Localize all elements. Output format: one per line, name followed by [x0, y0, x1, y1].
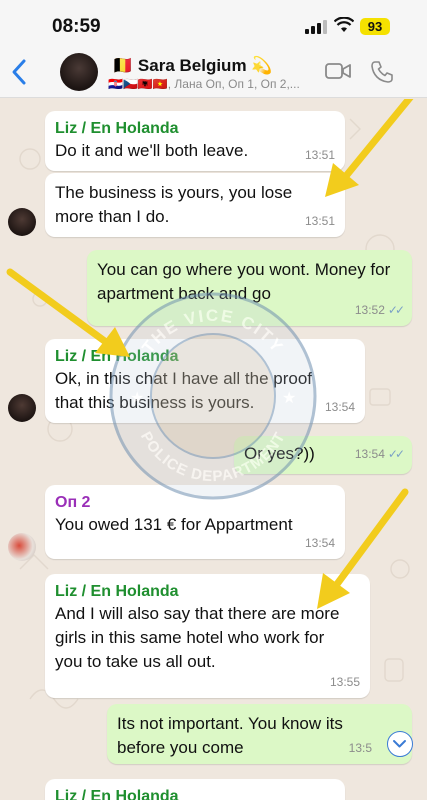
scroll-down-icon	[393, 740, 406, 748]
message-text: Ok, in this chat I have all the proof th…	[55, 369, 313, 412]
message-incoming[interactable]: Liz / En Holanda Do it and we'll both le…	[45, 111, 345, 171]
back-chevron-icon[interactable]	[8, 56, 30, 88]
message-incoming[interactable]: Liz / En Holanda	[45, 779, 345, 800]
phone-call-icon[interactable]	[370, 60, 394, 84]
message-time: 13:54 ✓✓	[354, 442, 405, 466]
message-time: 13:5	[348, 741, 372, 755]
chat-area[interactable]: Liz / En Holanda Do it and we'll both le…	[0, 99, 427, 800]
message-text: You owed 131 € for Appartment	[55, 515, 293, 534]
read-ticks-icon: ✓✓	[387, 303, 405, 317]
message-time: 13:52 ✓✓	[354, 298, 405, 322]
battery-level: 93	[360, 18, 390, 35]
contact-avatar[interactable]	[60, 53, 98, 91]
wifi-icon	[334, 17, 354, 32]
message-outgoing[interactable]: Or yes?)) 13:54 ✓✓	[234, 436, 412, 474]
members-flags: 🇭🇷🇨🇿🇦🇱🇻🇳	[108, 77, 168, 91]
message-sender: Liz / En Holanda	[55, 788, 179, 800]
message-incoming[interactable]: Liz / En Holanda And I will also say tha…	[45, 574, 370, 698]
message-sender: Liz / En Holanda	[55, 348, 179, 365]
sender-avatar[interactable]	[8, 394, 36, 422]
message-time: 13:54	[304, 536, 335, 550]
message-incoming[interactable]: Liz / En Holanda Ok, in this chat I have…	[45, 339, 365, 423]
contact-name-row[interactable]: 🇧🇪 Sara Belgium 💫	[112, 56, 272, 76]
message-sender: Liz / En Holanda	[55, 120, 179, 137]
status-bar: 08:59 93	[0, 0, 427, 50]
message-sender: Liz / En Holanda	[55, 583, 179, 600]
message-incoming[interactable]: Оп 2 You owed 131 € for Appartment 13:54	[45, 485, 345, 559]
signal-icon	[305, 20, 327, 34]
members-list: , Лана Оп, Оп 1, Оп 2,...	[167, 77, 300, 91]
scroll-down-button[interactable]	[387, 731, 413, 757]
message-text: Its not important. You know its before y…	[117, 714, 343, 757]
message-text: Or yes?))	[244, 444, 315, 463]
message-time: 13:51	[304, 148, 335, 162]
message-text: The business is yours, you lose more tha…	[55, 183, 293, 226]
name-flag: 🇧🇪	[112, 56, 134, 75]
message-text: And I will also say that there are more …	[55, 604, 340, 671]
time-text: 13:54	[354, 447, 385, 461]
video-call-icon[interactable]	[325, 61, 351, 81]
chat-header: 🇧🇪 Sara Belgium 💫 🇭🇷🇨🇿🇦🇱🇻🇳, Лана Оп, Оп …	[0, 50, 427, 98]
message-time: 13:54	[324, 400, 355, 414]
name-emoji: 💫	[251, 56, 273, 75]
sender-avatar[interactable]	[8, 533, 36, 561]
message-outgoing[interactable]: You can go where you wont. Money for apa…	[87, 250, 412, 326]
time-text: 13:52	[354, 303, 385, 317]
status-time: 08:59	[52, 16, 101, 37]
message-outgoing[interactable]: Its not important. You know its before y…	[107, 704, 412, 764]
message-incoming[interactable]: The business is yours, you lose more tha…	[45, 173, 345, 237]
message-time: 13:51	[304, 214, 335, 228]
message-text: Do it and we'll both leave.	[55, 141, 249, 160]
sender-avatar[interactable]	[8, 208, 36, 236]
message-time: 13:55	[329, 675, 360, 689]
group-members[interactable]: 🇭🇷🇨🇿🇦🇱🇻🇳, Лана Оп, Оп 1, Оп 2,...	[108, 77, 300, 91]
contact-name: Sara Belgium	[137, 56, 247, 75]
read-ticks-icon: ✓✓	[387, 447, 405, 461]
message-sender: Оп 2	[55, 494, 91, 511]
